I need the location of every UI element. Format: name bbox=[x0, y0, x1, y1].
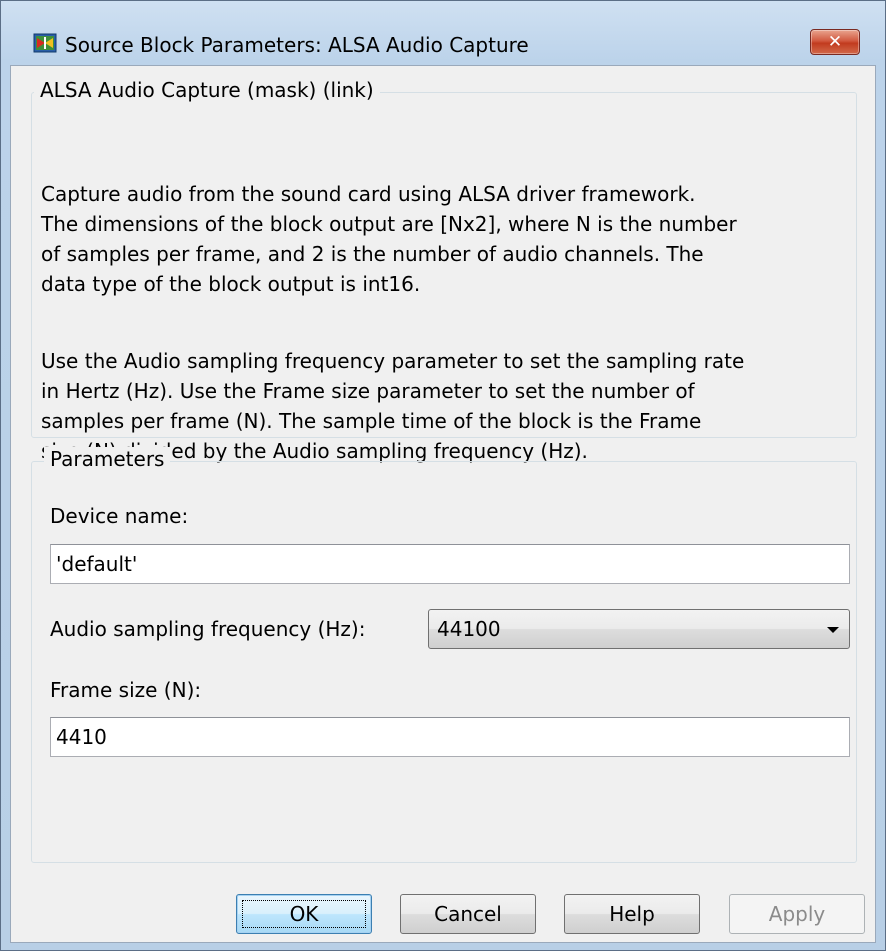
chevron-down-icon bbox=[827, 627, 839, 633]
cancel-button[interactable]: Cancel bbox=[400, 894, 536, 934]
window-title: Source Block Parameters: ALSA Audio Capt… bbox=[65, 33, 529, 57]
parameters-group-title: Parameters bbox=[44, 447, 171, 471]
description-group-title: ALSA Audio Capture (mask) (link) bbox=[34, 78, 380, 102]
dialog-client-area: ALSA Audio Capture (mask) (link) Capture… bbox=[10, 65, 876, 943]
ok-button[interactable]: OK bbox=[236, 894, 372, 934]
close-button[interactable]: ✕ bbox=[810, 29, 860, 55]
sampling-frequency-select[interactable]: 44100 bbox=[428, 609, 850, 649]
device-name-label: Device name: bbox=[50, 504, 189, 528]
sampling-frequency-value: 44100 bbox=[437, 617, 501, 641]
simulink-block-icon bbox=[33, 33, 57, 53]
title-bar[interactable]: Source Block Parameters: ALSA Audio Capt… bbox=[1, 1, 885, 65]
close-icon: ✕ bbox=[827, 32, 843, 52]
help-button[interactable]: Help bbox=[564, 894, 700, 934]
device-name-input[interactable]: 'default' bbox=[50, 544, 850, 584]
focus-rectangle bbox=[242, 900, 366, 928]
dialog-window: Source Block Parameters: ALSA Audio Capt… bbox=[0, 0, 886, 951]
frame-size-input[interactable]: 4410 bbox=[50, 717, 850, 757]
apply-button[interactable]: Apply bbox=[729, 894, 865, 934]
sampling-frequency-label: Audio sampling frequency (Hz): bbox=[50, 617, 366, 641]
frame-size-label: Frame size (N): bbox=[50, 678, 202, 702]
description-paragraph-1: Capture audio from the sound card using … bbox=[41, 182, 737, 296]
